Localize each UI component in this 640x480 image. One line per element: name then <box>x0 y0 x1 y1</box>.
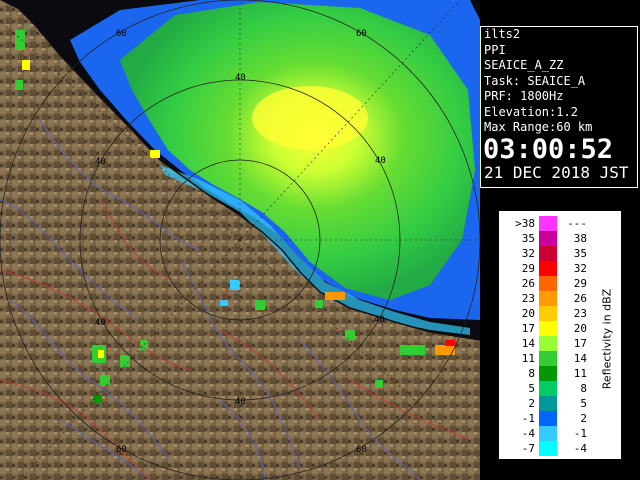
legend-color-swatch <box>539 366 557 381</box>
legend-upper-value: 29 <box>573 277 587 290</box>
legend-color-swatch <box>539 231 557 246</box>
task-name: SEAICE_A_ZZ <box>484 58 564 72</box>
legend-color-swatch <box>539 321 557 336</box>
radar-info-panel: ilts2 PPI SEAICE_A_ZZ Task: SEAICE_A PRF… <box>480 26 638 188</box>
legend-row: 25 <box>499 396 599 412</box>
legend-row: 26 29 <box>499 276 599 292</box>
legend-title: Reflectivity in dBZ <box>600 288 614 390</box>
legend-lower-value: 20 <box>521 307 535 320</box>
legend-color-swatch <box>539 261 557 276</box>
legend-lower-value: 29 <box>521 262 535 275</box>
ring-label-40-west: 40 <box>95 318 106 328</box>
legend-color-swatch <box>539 246 557 261</box>
legend-upper-value: -1 <box>573 427 587 440</box>
legend-lower-value: 23 <box>521 292 535 305</box>
legend-row: 32 35 <box>499 246 599 262</box>
prf-label: PRF: 1800Hz <box>484 89 564 103</box>
legend-color-swatch <box>539 306 557 321</box>
legend-row: 14 17 <box>499 336 599 352</box>
legend-upper-value: 14 <box>573 352 587 365</box>
task-label: Task: SEAICE_A <box>484 73 586 88</box>
ring-label-40-south: 40 <box>235 397 246 407</box>
legend-upper-value: 32 <box>573 262 587 275</box>
legend-color-swatch <box>539 351 557 366</box>
ring-label-40-nw: 40 <box>95 157 106 167</box>
legend-upper-value: 2 <box>580 412 587 425</box>
legend-row: 23 26 <box>499 291 599 307</box>
legend-row: 8 11 <box>499 366 599 382</box>
legend-lower-value: 14 <box>521 337 535 350</box>
legend-lower-value: >38 <box>515 217 535 230</box>
legend-row: 58 <box>499 381 599 397</box>
ring-label-40-north: 40 <box>235 73 246 83</box>
legend-color-swatch <box>539 441 557 456</box>
legend-color-swatch <box>539 381 557 396</box>
radar-map: 40 40 40 40 40 40 60 60 60 60 <box>0 0 480 480</box>
legend-upper-value: 38 <box>573 232 587 245</box>
legend-color-swatch <box>539 276 557 291</box>
legend-row: -4 -1 <box>499 426 599 442</box>
radar-ppi-display: 40 40 40 40 40 40 60 60 60 60 <box>0 0 480 480</box>
legend-upper-value: 11 <box>573 367 587 380</box>
legend-color-swatch <box>539 411 557 426</box>
legend-lower-value: 32 <box>521 247 535 260</box>
legend-lower-value: 5 <box>528 382 535 395</box>
legend-upper-value: 26 <box>573 292 587 305</box>
ring-label-60-ne: 60 <box>356 29 367 39</box>
legend-lower-value: 11 <box>521 352 535 365</box>
legend-upper-value: 23 <box>573 307 587 320</box>
legend-upper-value: 5 <box>580 397 587 410</box>
scan-mode: PPI <box>484 42 506 57</box>
legend-row: 17 20 <box>499 321 599 337</box>
legend-lower-value: -4 <box>521 427 535 440</box>
ring-label-60-sw: 60 <box>116 445 127 455</box>
legend-lower-value: 35 <box>521 232 535 245</box>
legend-upper-value: 8 <box>580 382 587 395</box>
legend-lower-value: -1 <box>521 412 535 425</box>
station-name: ilts2 <box>484 27 521 41</box>
scan-time: 03:00:52 <box>483 133 614 165</box>
legend-upper-value: --- <box>567 217 587 230</box>
ring-label-40-east: 40 <box>375 156 386 166</box>
legend-row: -1 2 <box>499 411 599 427</box>
ring-label-60-se: 60 <box>356 445 367 455</box>
ring-label-40-se: 40 <box>374 315 385 325</box>
legend-lower-value: 8 <box>528 367 535 380</box>
legend-lower-value: 17 <box>521 322 535 335</box>
legend-upper-value: -4 <box>573 442 587 455</box>
legend-lower-value: 2 <box>528 397 535 410</box>
legend-upper-value: 17 <box>573 337 587 350</box>
legend-color-swatch <box>539 216 557 231</box>
legend-color-swatch <box>539 396 557 411</box>
legend-color-swatch <box>539 291 557 306</box>
legend-color-swatch <box>539 426 557 441</box>
legend-row: 11 14 <box>499 351 599 367</box>
legend-upper-value: 20 <box>573 322 587 335</box>
legend-row: 29 32 <box>499 261 599 277</box>
reflectivity-legend: >38 --- 35 38 32 35 29 32 26 29 23 26 20 23 17 20 14 17 11… <box>498 210 622 460</box>
echo-core <box>252 86 368 150</box>
legend-row: -7 -4 <box>499 441 599 457</box>
legend-lower-value: -7 <box>521 442 535 455</box>
legend-row: >38 --- <box>499 216 599 232</box>
legend-upper-value: 35 <box>573 247 587 260</box>
ring-label-60-nw: 60 <box>116 29 127 39</box>
legend-lower-value: 26 <box>521 277 535 290</box>
elevation-label: Elevation:1.2 <box>484 104 578 119</box>
scan-date: 21 DEC 2018 JST <box>484 162 629 182</box>
legend-row: 35 38 <box>499 231 599 247</box>
legend-row: 20 23 <box>499 306 599 322</box>
legend-color-swatch <box>539 336 557 351</box>
